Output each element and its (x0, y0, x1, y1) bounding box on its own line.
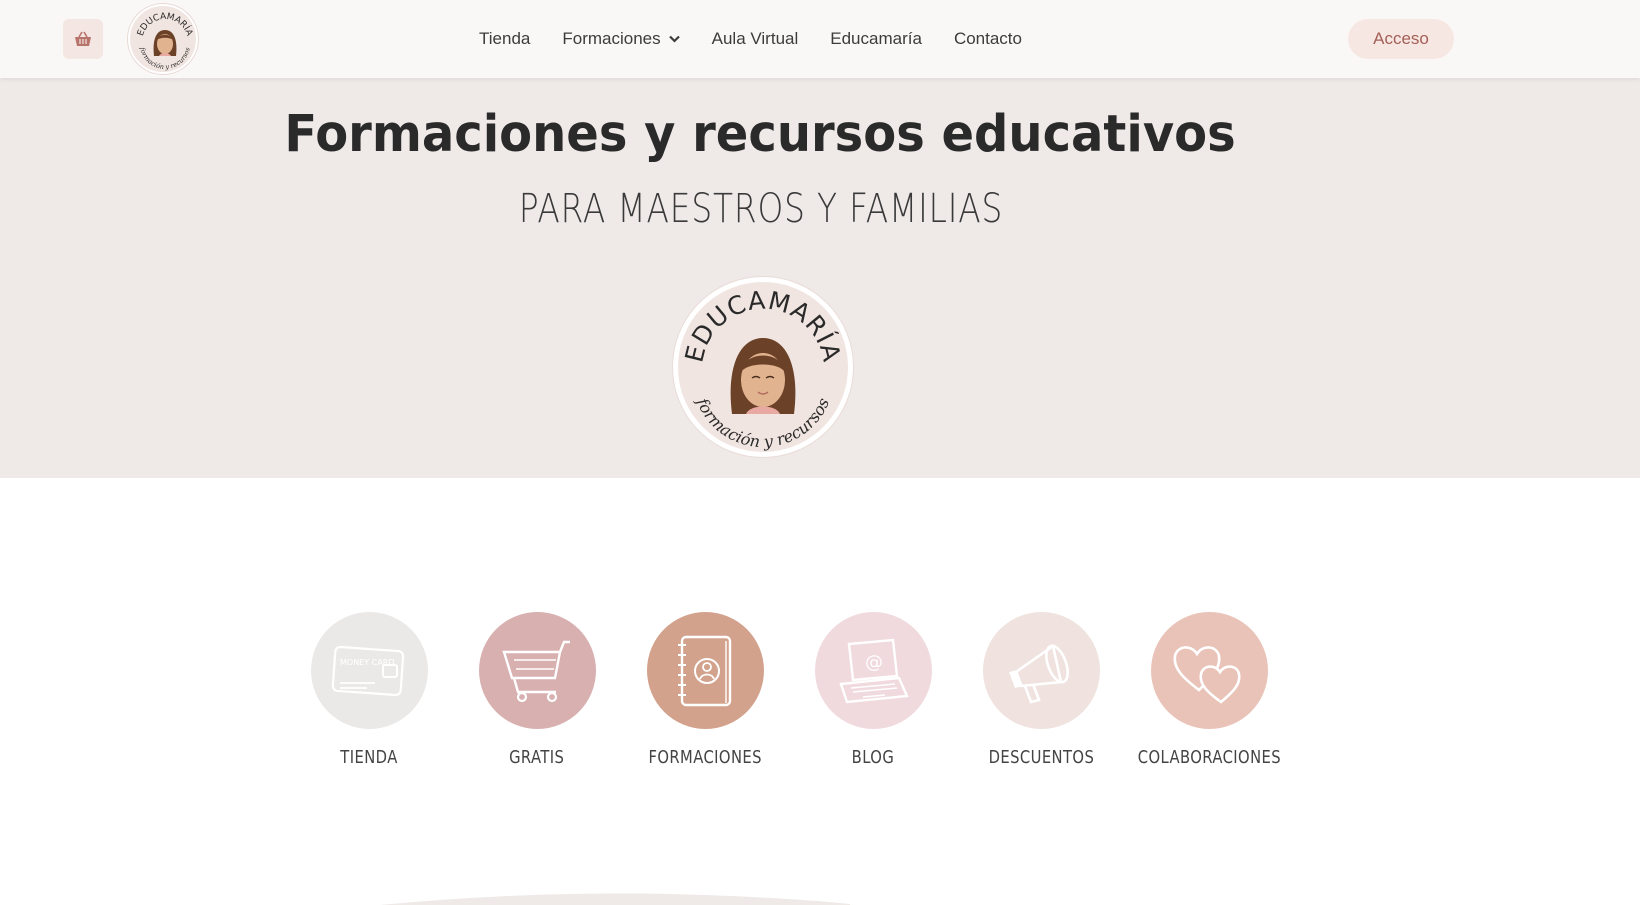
category-colaboraciones[interactable]: COLABORACIONES (1125, 612, 1293, 768)
hearts-icon (1173, 645, 1241, 704)
money-card-icon: MONEY CARD (331, 645, 405, 696)
category-label: TIENDA (340, 747, 398, 768)
category-formaciones[interactable]: FORMACIONES (621, 612, 789, 768)
category-label: GRATIS (509, 747, 565, 768)
category-label: COLABORACIONES (1137, 747, 1281, 768)
chevron-down-icon (668, 35, 680, 43)
laptop-icon: @ (839, 638, 909, 703)
category-circle (478, 612, 596, 729)
category-circle (1150, 612, 1268, 729)
svg-text:@: @ (865, 652, 883, 673)
hero-logo: EDUCAMARÍA formación y recursos (673, 277, 853, 457)
nav-item-label: Contacto (953, 29, 1022, 48)
category-gratis[interactable]: GRATIS (453, 612, 621, 768)
notebook-icon (678, 635, 732, 706)
hero-title: Formaciones y recursos educativos (284, 104, 1236, 164)
nav-item-contacto[interactable]: Contacto (954, 29, 1022, 49)
nav-item-tienda[interactable]: Tienda (479, 29, 530, 49)
category-label: BLOG (851, 747, 895, 768)
avatar-icon (153, 30, 177, 56)
nav-item-aula-virtual[interactable]: Aula Virtual (712, 29, 799, 49)
section-wave-divider (380, 893, 850, 905)
megaphone-icon (1009, 643, 1069, 704)
main-nav: Tienda Formaciones Aula Virtual Educamar… (479, 0, 1054, 78)
category-links: MONEY CARD TIENDA GRATIS FORMACIONES @ B… (285, 612, 1293, 768)
category-blog[interactable]: @ BLOG (789, 612, 957, 768)
category-tienda[interactable]: MONEY CARD TIENDA (285, 612, 453, 768)
category-descuentos[interactable]: DESCUENTOS (957, 612, 1125, 768)
category-circle: MONEY CARD (310, 612, 428, 729)
category-label: FORMACIONES (648, 747, 762, 768)
site-header: EDUCAMARÍA formación y recursos Tienda F… (0, 0, 1640, 78)
nav-item-educamaria[interactable]: Educamaría (830, 29, 922, 49)
cart-button[interactable] (63, 19, 103, 59)
shopping-cart-icon (502, 640, 570, 702)
basket-icon (75, 31, 91, 46)
login-button[interactable]: Acceso (1348, 19, 1454, 59)
avatar-icon (730, 338, 796, 414)
nav-item-label: Educamaría (830, 29, 922, 48)
hero-subtitle: PARA MAESTROS Y FAMILIAS (518, 186, 1004, 232)
category-circle (982, 612, 1100, 729)
category-circle (646, 612, 764, 729)
nav-item-label: Aula Virtual (711, 29, 799, 48)
category-circle: @ (814, 612, 932, 729)
nav-item-label: Formaciones (562, 29, 661, 48)
nav-item-formaciones[interactable]: Formaciones (562, 29, 680, 49)
header-logo[interactable]: EDUCAMARÍA formación y recursos (128, 4, 198, 74)
category-label: DESCUENTOS (988, 747, 1094, 768)
nav-item-label: Tienda (479, 29, 531, 48)
